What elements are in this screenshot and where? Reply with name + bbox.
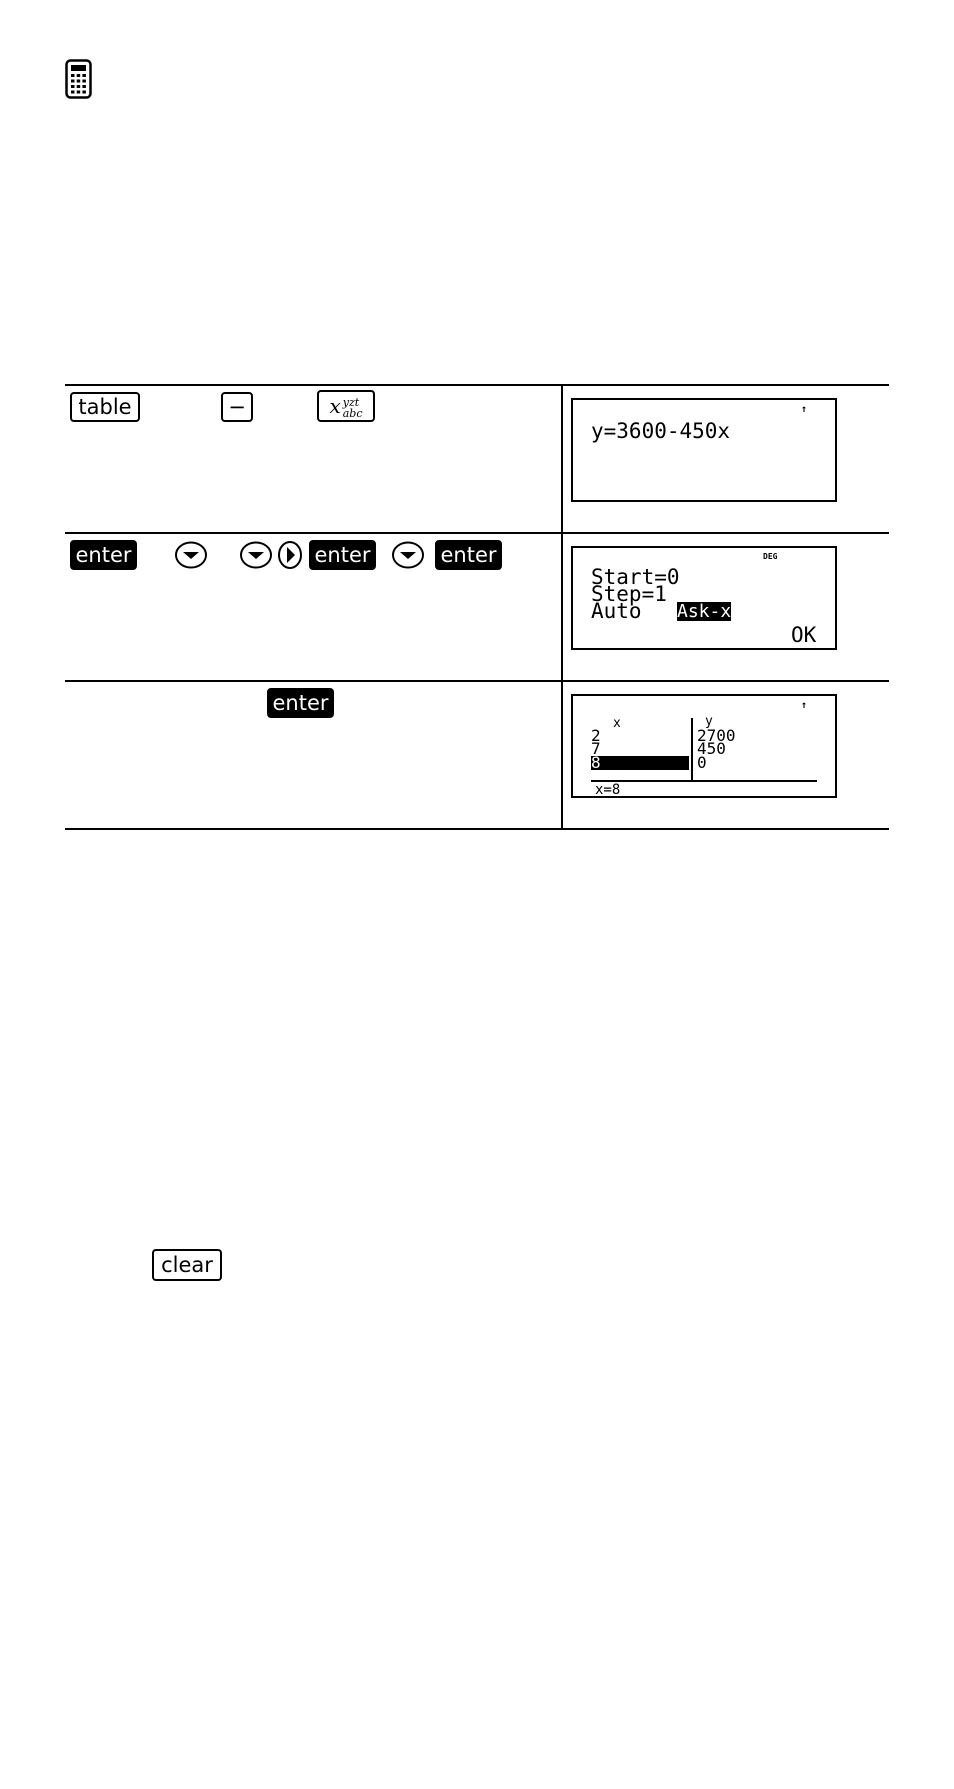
column-divider bbox=[561, 386, 563, 532]
column-divider bbox=[561, 682, 563, 828]
step-row: enter enter enter DEG Start=0 Step=1 Aut… bbox=[65, 532, 889, 680]
variable-key-sup: yzt bbox=[342, 395, 360, 409]
down-arrow-icon bbox=[392, 541, 424, 569]
column-divider bbox=[561, 534, 563, 680]
table-cell-y: 0 bbox=[697, 753, 707, 772]
calculator-screen: ↑ y=3600-450x bbox=[571, 398, 837, 502]
deg-indicator: DEG bbox=[763, 552, 778, 561]
table-column-divider bbox=[691, 718, 693, 782]
enter-key: enter bbox=[309, 540, 376, 570]
screen-line-auto: Auto bbox=[591, 599, 642, 623]
table-key: table bbox=[70, 392, 140, 422]
ok-label: OK bbox=[791, 623, 817, 647]
variable-key-main: x bbox=[329, 394, 341, 418]
enter-key: enter bbox=[435, 540, 502, 570]
down-arrow-icon bbox=[175, 541, 207, 569]
right-arrow-icon bbox=[278, 541, 302, 569]
step-row: table − x yzt abc ↑ y=3600-450x bbox=[65, 384, 889, 532]
shift-indicator-icon: ↑ bbox=[801, 404, 808, 415]
table-bottom-line bbox=[591, 780, 817, 782]
minus-key: − bbox=[221, 392, 253, 422]
calculator-icon bbox=[65, 59, 92, 99]
variable-key-sub: abc bbox=[342, 406, 363, 420]
down-arrow-icon bbox=[240, 541, 272, 569]
shift-indicator-icon: ↑ bbox=[801, 700, 808, 711]
table-header-x: x bbox=[613, 716, 621, 731]
screen-line: y=3600-450x bbox=[591, 419, 731, 443]
status-line: x=8 bbox=[595, 782, 621, 798]
calculator-screen: DEG Start=0 Step=1 Auto Ask-x OK bbox=[571, 546, 837, 650]
step-row: enter ↑ x y 2 2700 7 450 8 0 x=8 bbox=[65, 680, 889, 830]
clear-key: clear bbox=[152, 1249, 222, 1281]
variable-key: x yzt abc bbox=[317, 390, 375, 422]
enter-key: enter bbox=[267, 688, 334, 718]
ask-x-option: Ask-x bbox=[677, 601, 732, 622]
enter-key: enter bbox=[70, 540, 137, 570]
table-cell-x-selected: 8 bbox=[591, 753, 601, 772]
calculator-screen: ↑ x y 2 2700 7 450 8 0 x=8 bbox=[571, 694, 837, 798]
steps-table: table − x yzt abc ↑ y=3600-450x enter ente… bbox=[65, 384, 889, 830]
selected-row-highlight bbox=[591, 756, 689, 770]
